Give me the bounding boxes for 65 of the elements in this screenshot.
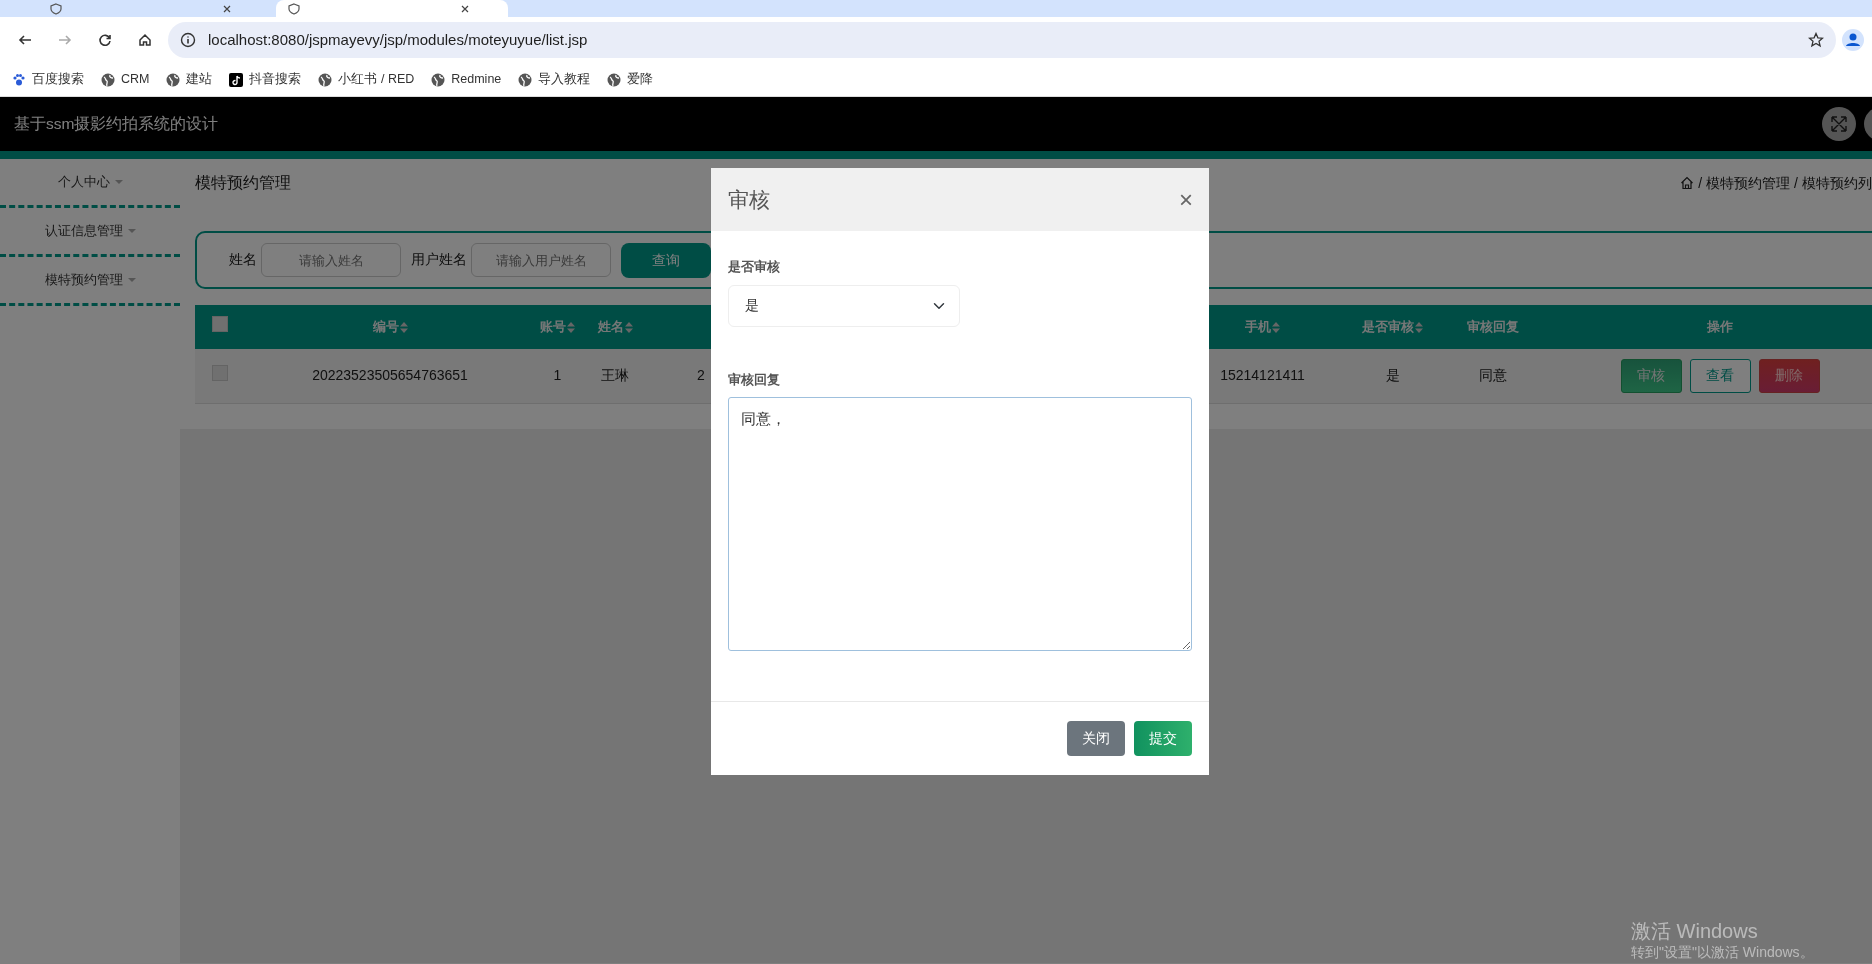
search-field[interactable]: 请输入用户姓名 xyxy=(471,243,611,277)
table-cell: 同意 xyxy=(1478,367,1507,384)
back-icon[interactable] xyxy=(18,33,32,47)
globe-icon xyxy=(101,72,115,87)
caret-icon xyxy=(127,278,136,282)
app-title: 基于ssm摄影约拍系统的设计 xyxy=(14,114,219,135)
action-button[interactable]: 查看 xyxy=(1689,358,1751,393)
sidebar-item[interactable]: 个人中心 xyxy=(57,172,110,192)
bookmark[interactable]: 建站 xyxy=(166,70,213,89)
table-cell: 是 xyxy=(1385,367,1400,384)
search-button[interactable]: 查询 xyxy=(621,242,711,278)
reload-icon[interactable] xyxy=(98,33,112,47)
field-label: 姓名 xyxy=(229,250,257,269)
page-title: 模特预约管理 xyxy=(195,173,291,194)
bookmark[interactable]: 爱降 xyxy=(607,70,654,89)
bookmark[interactable]: 小红书 / RED xyxy=(318,70,415,89)
bookmark[interactable]: CRM xyxy=(101,70,150,89)
paw-icon xyxy=(12,72,26,87)
shield-icon xyxy=(50,2,62,15)
globe-icon xyxy=(431,72,446,87)
sidebar-item[interactable]: 认证信息管理 xyxy=(44,221,123,241)
star-icon[interactable] xyxy=(1808,32,1824,48)
music-note-icon xyxy=(229,72,244,87)
table-cell: 2 xyxy=(697,367,705,384)
select-field[interactable]: 是 xyxy=(728,284,960,327)
fullscreen-button[interactable] xyxy=(1822,107,1856,141)
globe-icon xyxy=(318,72,333,87)
breadcrumb-link[interactable]: 模特预约管理 xyxy=(1706,172,1791,194)
table-cell: 王琳 xyxy=(601,367,629,384)
sidebar-item[interactable]: 模特预约管理 xyxy=(44,270,123,290)
table-cell: 1 xyxy=(553,367,562,384)
field-label: 用户姓名 xyxy=(411,250,467,269)
breadcrumb-separator: / xyxy=(1794,173,1798,193)
bookmark[interactable]: 抖音搜索 xyxy=(229,70,302,89)
profile-icon[interactable] xyxy=(1842,29,1864,51)
address-bar[interactable]: localhost:8080/jspmayevy/jsp/modules/moteyuyue/list.jsp xyxy=(168,22,1836,58)
info-icon xyxy=(180,32,196,48)
close-button[interactable]: × xyxy=(1179,187,1193,212)
reply-textarea[interactable]: 同意， xyxy=(728,397,1192,651)
bookmark[interactable]: 百度搜索 xyxy=(12,70,84,89)
field-label: 是否审核 xyxy=(728,258,781,276)
activation-title: 激活 Windows xyxy=(1631,919,1759,943)
bookmark[interactable]: 导入教程 xyxy=(518,70,591,89)
caret-icon xyxy=(114,180,123,184)
table-cell: 15214121411 xyxy=(1220,367,1305,384)
expand-icon xyxy=(1830,115,1848,133)
globe-icon xyxy=(607,72,622,87)
caret-icon xyxy=(127,229,136,233)
shield-icon xyxy=(288,2,300,15)
bookmark[interactable]: Redmine xyxy=(431,70,502,89)
submit-button[interactable]: 提交 xyxy=(1134,721,1192,756)
close-button[interactable]: 关闭 xyxy=(1067,721,1125,756)
modal-title: 审核 xyxy=(728,186,770,213)
select-all-checkbox[interactable] xyxy=(212,316,228,333)
breadcrumb-link[interactable]: 模特预约列 xyxy=(1802,172,1872,194)
globe-icon xyxy=(166,72,181,87)
field-label: 审核回复 xyxy=(728,370,781,389)
close-icon[interactable] xyxy=(460,3,470,14)
globe-icon xyxy=(518,72,533,87)
close-icon[interactable] xyxy=(222,3,232,14)
activation-text: 转到"设置"以激活 Windows。 xyxy=(1631,943,1814,961)
home-icon[interactable] xyxy=(138,33,152,47)
table-cell: 20223523505654763651 xyxy=(312,367,468,384)
search-field[interactable]: 请输入姓名 xyxy=(261,243,401,277)
breadcrumb-separator: / xyxy=(1698,173,1703,193)
